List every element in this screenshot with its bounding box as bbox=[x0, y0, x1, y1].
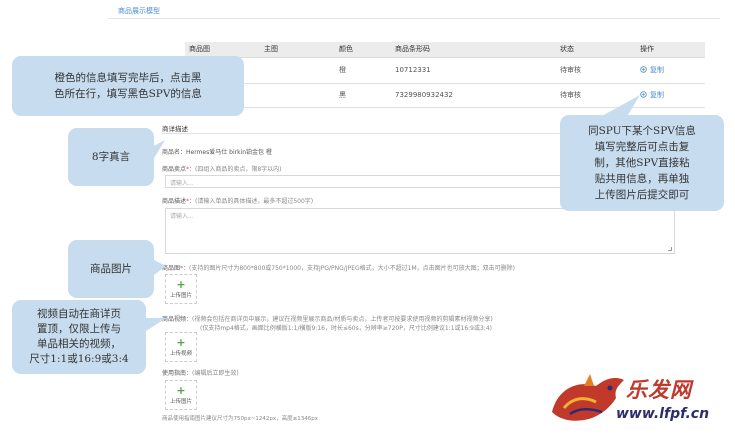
callout-line: 色所在行，填写黑色SPV的信息 bbox=[54, 88, 202, 100]
callout-eight-chars: 8字真言 bbox=[68, 128, 154, 186]
callout-line: 上传图片后提交即可 bbox=[594, 189, 690, 201]
watermark-logo: 乐发网 www.lfpf.cn bbox=[540, 362, 735, 434]
callout-line: 视频自动在商详页 bbox=[36, 308, 121, 320]
callout-line: 置顶，仅限上传与 bbox=[36, 323, 121, 335]
watermark-url: www.lfpf.cn bbox=[616, 406, 710, 422]
callout-orange-info: 橙色的信息填写完毕后，点击黑 色所在行，填写黑色SPV的信息 bbox=[12, 56, 244, 116]
callout-spu-copy: 同SPU下某个SPV信息 填写完整后可点击复 制，其他SPV直接粘 贴共用信息，… bbox=[560, 115, 724, 211]
callout-line: 尺寸1:1或16:9或3:4 bbox=[29, 353, 129, 365]
callout-line: 商品图片 bbox=[90, 263, 132, 275]
callout-product-image: 商品图片 bbox=[68, 240, 154, 298]
callout-line: 填写完整后可点击复 bbox=[594, 141, 690, 153]
callout-line: 橙色的信息填写完毕后，点击黑 bbox=[54, 72, 202, 84]
callout-line: 单品相关的视频， bbox=[36, 338, 121, 350]
callout-line: 同SPU下某个SPV信息 bbox=[588, 125, 696, 137]
callout-video: 视频自动在商详页 置顶，仅限上传与 单品相关的视频， 尺寸1:1或16:9或3:… bbox=[12, 300, 146, 374]
callout-line: 制，其他SPV直接粘 bbox=[594, 157, 690, 169]
watermark-brand: 乐发网 bbox=[626, 377, 692, 402]
callout-line: 贴共用信息，再单独 bbox=[594, 173, 690, 185]
callout-line: 8字真言 bbox=[91, 151, 131, 163]
